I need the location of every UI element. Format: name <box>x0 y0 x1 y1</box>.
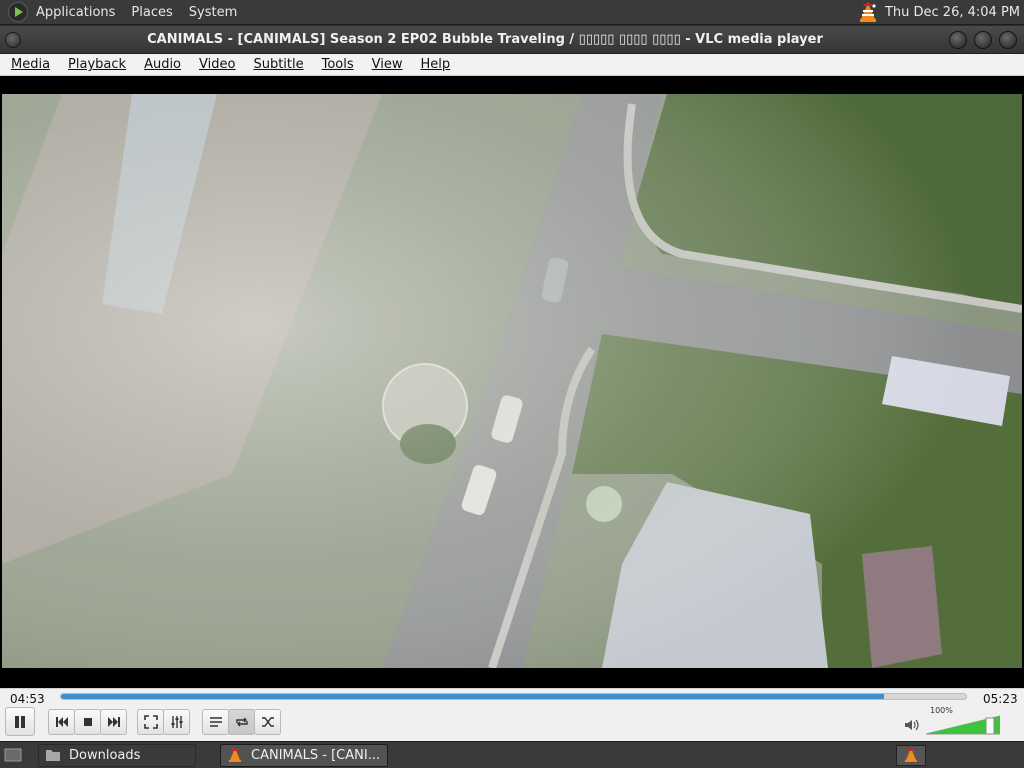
controls-panel: 04:53 05:23 100% <box>0 688 1024 741</box>
video-frame[interactable] <box>2 94 1022 668</box>
total-time[interactable]: 05:23 <box>983 692 1018 706</box>
stop-button[interactable] <box>74 709 101 735</box>
shuffle-icon <box>261 717 274 727</box>
fullscreen-icon <box>143 715 158 729</box>
menu-playback[interactable]: Playback <box>57 57 133 72</box>
loop-icon <box>235 717 248 727</box>
taskbar-label: Downloads <box>69 747 141 763</box>
next-button[interactable] <box>100 709 127 735</box>
video-frame-image <box>2 94 1022 668</box>
loop-button[interactable] <box>228 709 255 735</box>
playlist-icon <box>209 717 222 727</box>
vlc-tray-icon[interactable] <box>857 1 879 23</box>
stop-icon <box>83 718 92 726</box>
maximize-button[interactable] <box>974 30 992 49</box>
close-button[interactable] <box>999 30 1017 49</box>
taskbar-item-downloads[interactable]: Downloads <box>38 743 196 767</box>
system-menu[interactable]: System <box>181 0 245 25</box>
clock[interactable]: Thu Dec 26, 4:04 PM <box>885 5 1020 20</box>
speaker-icon[interactable] <box>904 718 920 732</box>
elapsed-time[interactable]: 04:53 <box>10 692 45 706</box>
previous-button[interactable] <box>48 709 75 735</box>
menu-tools[interactable]: Tools <box>311 57 361 72</box>
menu-subtitle[interactable]: Subtitle <box>242 57 310 72</box>
fullscreen-button[interactable] <box>137 709 164 735</box>
seek-slider[interactable] <box>60 693 967 700</box>
taskbar-item-vlc[interactable]: CANIMALS - [CANI... <box>220 743 388 767</box>
vlc-cone-icon <box>229 748 241 762</box>
folder-icon <box>46 750 60 761</box>
applications-menu[interactable]: Applications <box>28 0 123 25</box>
menu-video[interactable]: Video <box>188 57 242 72</box>
title-bar[interactable]: CANIMALS - [CANIMALS] Season 2 EP02 Bubb… <box>0 26 1024 54</box>
volume-handle[interactable] <box>985 717 995 735</box>
minimize-button[interactable] <box>949 30 967 49</box>
window-menu-button[interactable] <box>5 31 21 48</box>
skip-next-icon <box>107 717 120 727</box>
playlist-button[interactable] <box>202 709 229 735</box>
pause-button[interactable] <box>5 707 35 736</box>
vlc-workspace-icon <box>905 748 917 762</box>
applications-logo-icon[interactable] <box>8 2 28 22</box>
vlc-window: CANIMALS - [CANIMALS] Season 2 EP02 Bubb… <box>0 26 1024 741</box>
show-desktop-icon[interactable] <box>4 746 22 764</box>
menu-audio[interactable]: Audio <box>133 57 188 72</box>
volume-slider[interactable] <box>926 715 1000 735</box>
volume-percent: 100% <box>930 706 953 715</box>
taskbar-label: CANIMALS - [CANI... <box>251 747 381 763</box>
random-button[interactable] <box>254 709 281 735</box>
places-menu[interactable]: Places <box>123 0 180 25</box>
menu-bar: Media Playback Audio Video Subtitle Tool… <box>0 54 1024 76</box>
workspace-switcher[interactable] <box>896 744 926 766</box>
menu-media[interactable]: Media <box>0 57 57 72</box>
extended-settings-button[interactable] <box>163 709 190 735</box>
menu-help[interactable]: Help <box>410 57 458 72</box>
seek-progress-fill <box>61 694 884 699</box>
top-panel: Applications Places System Thu Dec 26, 4… <box>0 0 1024 25</box>
video-area[interactable] <box>0 76 1024 688</box>
pause-icon <box>15 715 25 728</box>
window-title: CANIMALS - [CANIMALS] Season 2 EP02 Bubb… <box>147 32 823 47</box>
menu-view[interactable]: View <box>361 57 410 72</box>
extended-settings-icon <box>171 716 182 728</box>
bottom-panel: Downloads CANIMALS - [CANI... <box>0 741 1024 768</box>
skip-previous-icon <box>55 717 68 727</box>
